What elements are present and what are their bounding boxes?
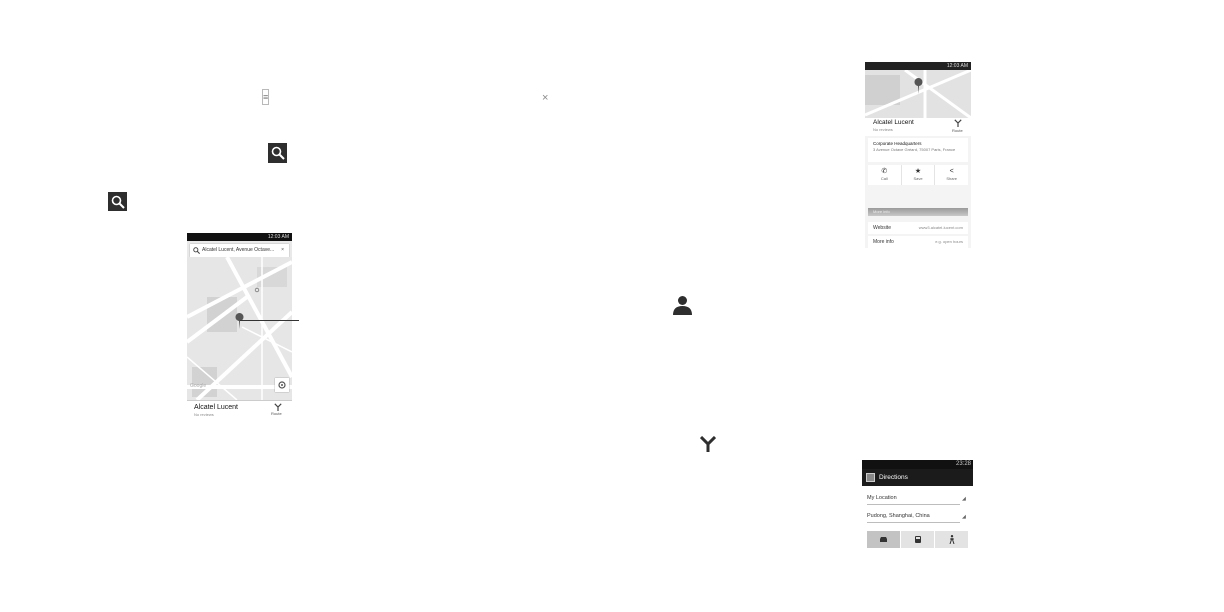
bus-icon bbox=[914, 536, 921, 543]
status-bar: 23:28 bbox=[862, 460, 973, 469]
place-name: Alcatel Lucent bbox=[194, 404, 238, 411]
transit-mode-tab[interactable] bbox=[901, 531, 935, 548]
section-header: More info bbox=[868, 208, 968, 216]
status-time: 23:28 bbox=[955, 461, 971, 467]
address-card: Corporate Headquarters 3 Avenue Octave G… bbox=[868, 138, 968, 162]
status-bar: 12:03 AM bbox=[187, 233, 292, 241]
call-button[interactable]: ✆ Call bbox=[868, 165, 902, 185]
walk-icon bbox=[949, 535, 954, 545]
address-title: Corporate Headquarters bbox=[873, 141, 922, 146]
place-card[interactable]: Alcatel Lucent No reviews Route bbox=[187, 400, 292, 418]
address-text: 3 Avenue Octave Gréard, 75007 Paris, Fra… bbox=[873, 147, 956, 152]
share-label: Share bbox=[946, 176, 958, 181]
place-reviews: No reviews bbox=[873, 127, 893, 132]
search-icon bbox=[108, 192, 127, 211]
status-bar: 12:03 AM bbox=[865, 62, 971, 70]
person-icon bbox=[673, 296, 692, 315]
place-name: Alcatel Lucent bbox=[873, 119, 914, 126]
search-bar[interactable]: Alcatel Lucent, Avenue Octave... × bbox=[190, 244, 289, 257]
my-location-button[interactable] bbox=[275, 378, 289, 392]
place-reviews: No reviews bbox=[194, 412, 214, 417]
map-search-screenshot: 12:03 AM Alcatel Lucent, Avenue Octave..… bbox=[187, 233, 292, 418]
car-mode-tab[interactable] bbox=[867, 531, 901, 548]
clear-icon[interactable]: × bbox=[281, 244, 284, 257]
my-location-icon bbox=[278, 381, 286, 389]
website-row[interactable]: Website www3.alcatel-lucent.com bbox=[868, 222, 968, 234]
page-title: Directions bbox=[879, 474, 908, 481]
directions-screenshot: 23:28 Directions My Location ◢ Pudong, S… bbox=[862, 460, 973, 550]
row-key: Website bbox=[873, 225, 891, 231]
call-label: Call bbox=[880, 176, 888, 181]
route-icon[interactable] bbox=[954, 119, 962, 127]
app-logo-icon[interactable] bbox=[866, 473, 875, 482]
row-key: More info bbox=[873, 239, 894, 245]
from-dropdown-icon[interactable]: ◢ bbox=[962, 496, 966, 502]
save-label: Save bbox=[913, 176, 923, 181]
action-bar: ✆ Call ★ Save < Share bbox=[868, 165, 968, 185]
phone-icon: ✆ bbox=[881, 168, 888, 175]
place-detail-screenshot: 12:03 AM Alcatel Lucent No reviews Route… bbox=[865, 62, 971, 248]
map-watermark: Google bbox=[190, 383, 206, 389]
map-view[interactable] bbox=[865, 70, 971, 118]
route-label[interactable]: Route bbox=[271, 411, 282, 416]
to-dropdown-icon[interactable]: ◢ bbox=[962, 514, 966, 520]
title-bar: Directions bbox=[862, 469, 973, 486]
from-field[interactable]: My Location bbox=[867, 492, 960, 505]
place-header: Alcatel Lucent No reviews Route bbox=[865, 118, 971, 136]
search-icon bbox=[193, 247, 200, 254]
route-label[interactable]: Route bbox=[952, 128, 963, 133]
share-icon: < bbox=[949, 168, 954, 175]
route-icon[interactable] bbox=[274, 403, 282, 411]
row-value: www3.alcatel-lucent.com bbox=[918, 225, 963, 230]
travel-mode-tabs bbox=[867, 531, 968, 548]
callout-line bbox=[240, 320, 299, 321]
route-icon bbox=[700, 436, 716, 452]
walk-mode-tab[interactable] bbox=[935, 531, 968, 548]
to-field[interactable]: Pudong, Shanghai, China bbox=[867, 510, 960, 523]
status-time: 12:03 AM bbox=[946, 63, 968, 69]
share-button[interactable]: < Share bbox=[935, 165, 968, 185]
save-button[interactable]: ★ Save bbox=[902, 165, 936, 185]
star-icon: ★ bbox=[914, 168, 922, 175]
more-info-row[interactable]: More info e.g. open hours bbox=[868, 236, 968, 248]
close-icon: × bbox=[542, 92, 549, 104]
menu-icon: ≡ bbox=[262, 89, 269, 105]
status-time: 12:03 AM bbox=[267, 234, 289, 240]
car-icon bbox=[880, 537, 887, 542]
search-icon bbox=[268, 143, 287, 163]
search-input[interactable]: Alcatel Lucent, Avenue Octave... bbox=[202, 244, 276, 257]
row-value: e.g. open hours bbox=[935, 239, 963, 244]
